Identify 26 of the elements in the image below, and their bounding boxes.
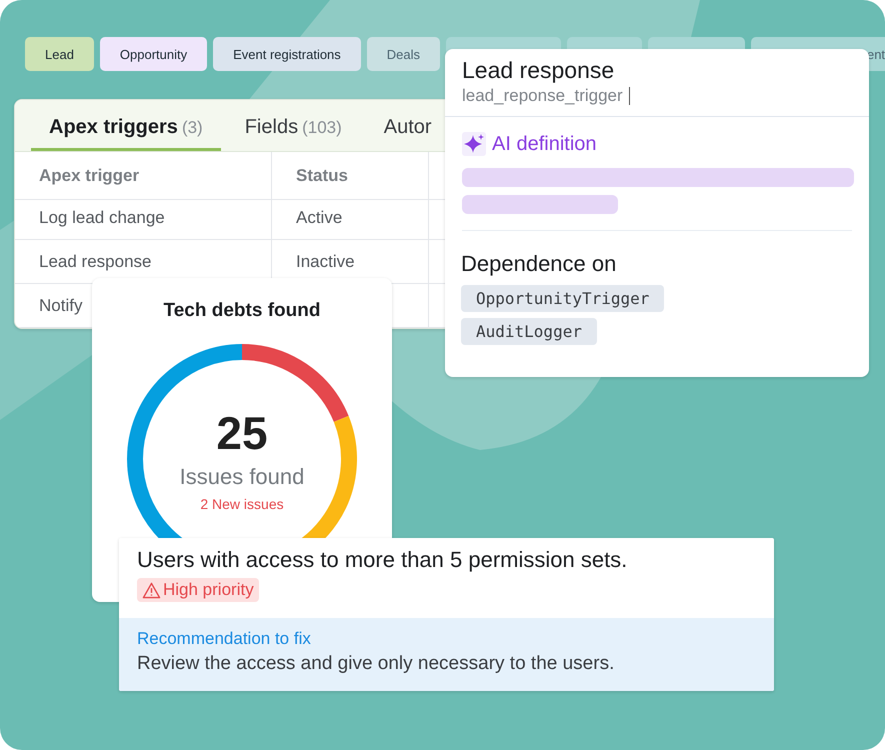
filter-chip[interactable]: Lead (25, 37, 94, 71)
priority-label: High priority (163, 580, 254, 600)
tab[interactable]: Apex triggers (3) (31, 116, 221, 151)
ai-definition-label: AI definition (492, 132, 597, 156)
issue-count: 25 (216, 406, 268, 460)
issues-label: Issues found (180, 464, 304, 490)
new-issues-label: 2 New issues (200, 496, 284, 512)
dependency-tag[interactable]: OpportunityTrigger (461, 285, 664, 312)
recommendation-label: Recommendation to fix (137, 629, 312, 649)
table-cell: Active (272, 196, 429, 240)
text-cursor (628, 87, 630, 105)
api-name: lead_reponse_trigger (462, 86, 623, 106)
filter-chip[interactable]: Event registrations (213, 37, 361, 71)
column-header: Status (272, 152, 429, 200)
warning-icon (142, 582, 161, 598)
section-title: Dependence on (461, 251, 618, 277)
tab[interactable]: Fields (103) (226, 116, 360, 151)
dependency-tag[interactable]: AuditLogger (461, 318, 597, 345)
column-header: Apex trigger (15, 152, 272, 200)
table-cell: Log lead change (15, 196, 272, 240)
recommendation-text: Review the access and give only necessary to the users. (137, 653, 616, 675)
issue-text: Users with access to more than 5 permission sets. (137, 547, 628, 573)
trigger-title: Lead response (462, 57, 616, 84)
filter-chip[interactable]: Opportunity (100, 37, 208, 71)
filter-chip[interactable]: Deals (366, 37, 440, 71)
sparkle-icon (462, 132, 486, 156)
